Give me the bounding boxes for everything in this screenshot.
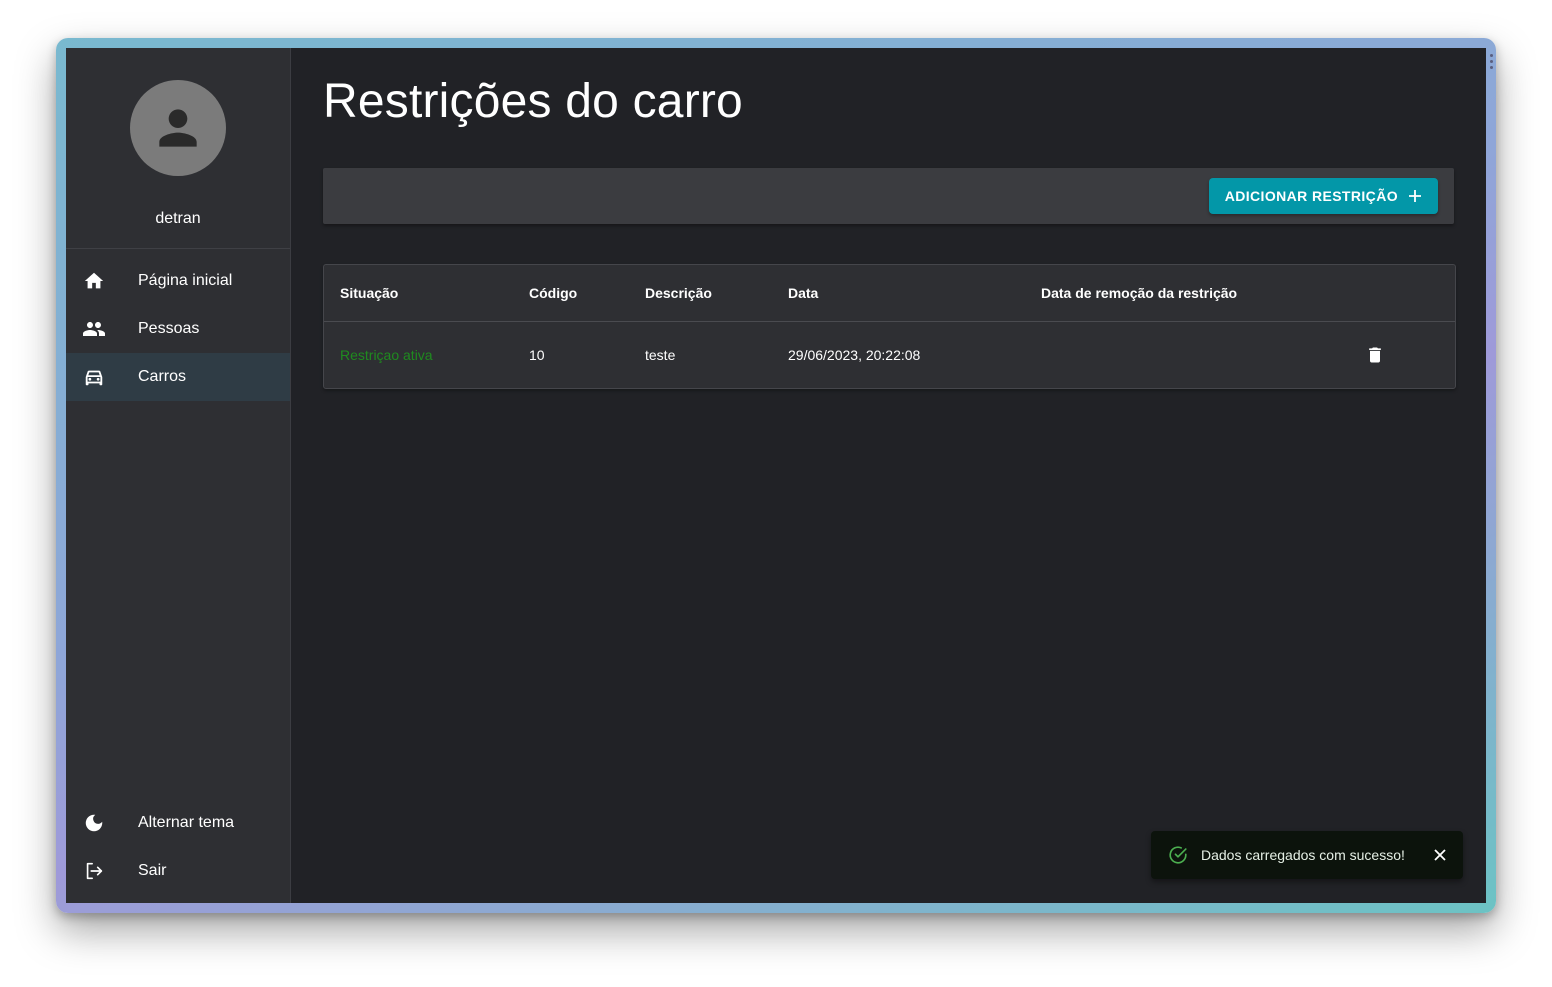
avatar <box>130 80 226 176</box>
moon-icon <box>82 811 106 835</box>
app-window: detran Página inicial Pessoas Carros Alt… <box>66 48 1486 903</box>
sidebar-item-label: Pessoas <box>138 320 200 337</box>
sidebar: detran Página inicial Pessoas Carros Alt… <box>66 48 291 903</box>
car-icon <box>82 365 106 389</box>
column-header-situacao[interactable]: Situação <box>324 265 513 322</box>
actions-cell <box>1325 322 1455 389</box>
home-icon <box>82 269 106 293</box>
sidebar-item-label: Página inicial <box>138 272 233 289</box>
page-title: Restrições do carro <box>323 75 743 128</box>
check-circle-icon <box>1167 844 1189 866</box>
restrictions-table: Situação Código Descrição Data Data de r… <box>323 264 1456 389</box>
window-frame: detran Página inicial Pessoas Carros Alt… <box>56 38 1496 913</box>
column-header-descricao[interactable]: Descrição <box>629 265 772 322</box>
sidebar-item-carros[interactable]: Carros <box>66 353 290 401</box>
column-header-data[interactable]: Data <box>772 265 1025 322</box>
logout-icon <box>82 859 106 883</box>
add-restriction-label: ADICIONAR RESTRIÇÃO <box>1224 188 1398 204</box>
sidebar-item-label: Carros <box>138 368 187 385</box>
table-row: Restriçao ativa 10 teste 29/06/2023, 20:… <box>324 322 1455 389</box>
sidebar-bottom-nav: Alternar tema Sair <box>66 799 290 895</box>
column-header-actions <box>1325 265 1455 322</box>
table-header-row: Situação Código Descrição Data Data de r… <box>324 265 1455 322</box>
date-cell: 29/06/2023, 20:22:08 <box>788 347 921 363</box>
add-restriction-button[interactable]: ADICIONAR RESTRIÇÃO <box>1208 178 1438 214</box>
success-snackbar: Dados carregados com sucesso! <box>1151 831 1463 879</box>
code-cell: 10 <box>529 347 545 363</box>
close-icon[interactable] <box>1431 846 1449 864</box>
trash-icon <box>1369 347 1381 362</box>
logout-button[interactable]: Sair <box>66 847 290 895</box>
column-header-codigo[interactable]: Código <box>513 265 629 322</box>
toggle-theme-button[interactable]: Alternar tema <box>66 799 290 847</box>
logout-label: Sair <box>138 862 167 879</box>
user-icon <box>159 109 197 147</box>
people-icon <box>82 317 106 341</box>
removal-date-cell <box>1025 322 1325 389</box>
sidebar-divider <box>66 248 290 249</box>
snackbar-message: Dados carregados com sucesso! <box>1201 847 1405 863</box>
column-header-data-remocao[interactable]: Data de remoção da restrição <box>1025 265 1325 322</box>
delete-button[interactable] <box>1363 343 1387 367</box>
username: detran <box>155 210 201 227</box>
description-cell: teste <box>645 347 676 363</box>
sidebar-item-pagina-inicial[interactable]: Página inicial <box>66 257 290 305</box>
plus-icon <box>1409 190 1421 202</box>
status-cell: Restriçao ativa <box>340 347 433 363</box>
window-menu-dots[interactable] <box>1490 54 1494 72</box>
toolbar: ADICIONAR RESTRIÇÃO <box>323 168 1454 224</box>
main-content: Restrições do carro ADICIONAR RESTRIÇÃO <box>291 48 1486 903</box>
sidebar-item-pessoas[interactable]: Pessoas <box>66 305 290 353</box>
toggle-theme-label: Alternar tema <box>138 814 235 831</box>
sidebar-nav: Página inicial Pessoas Carros <box>66 257 290 401</box>
